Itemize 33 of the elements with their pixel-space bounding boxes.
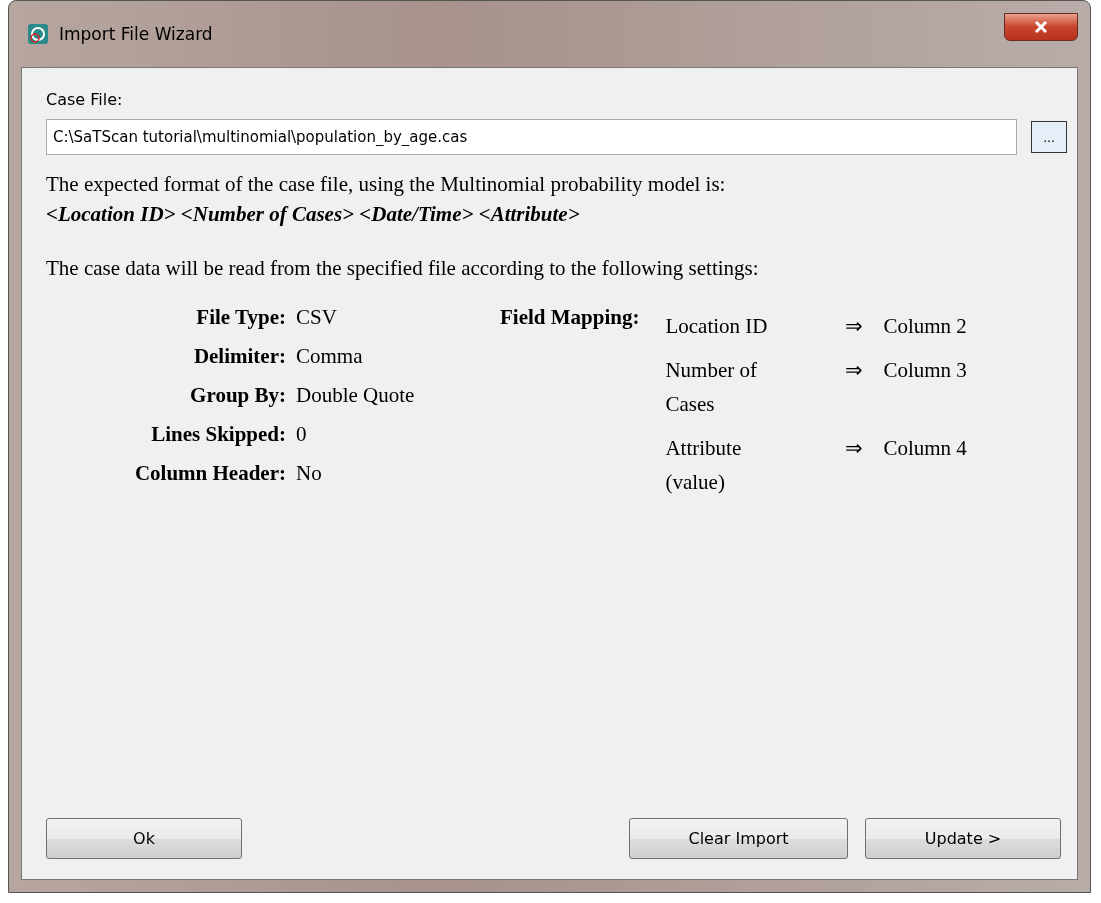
setting-value: 0: [296, 421, 308, 448]
column-value: Column 4: [883, 435, 968, 462]
setting-label: Lines Skipped:: [150, 421, 286, 448]
dialog-button[interactable]: Ok: [46, 818, 242, 859]
close-icon: [1033, 20, 1049, 34]
setting-value: Double Quote: [296, 382, 416, 409]
field-name: Attribute (value): [665, 435, 743, 496]
close-button[interactable]: [1004, 13, 1078, 41]
arrow-symbol: ⇒: [845, 313, 865, 340]
setting-value: No: [296, 460, 323, 487]
column-value: Column 2: [883, 313, 968, 340]
dialog-button[interactable]: Update >: [865, 818, 1061, 859]
setting-label: File Type:: [195, 304, 286, 331]
setting-value: Comma: [296, 343, 364, 370]
setting-label: Group By:: [189, 382, 286, 409]
browse-button[interactable]: ...: [1031, 121, 1067, 153]
column-value: Column 3: [883, 357, 968, 384]
app-icon: [27, 23, 49, 45]
field-name: Number of Cases: [665, 357, 758, 418]
setting-label: Field Mapping:: [500, 304, 640, 331]
file-path-field[interactable]: C:\SaTScan tutorial\multinomial\population_by_age.cas: [46, 119, 1017, 155]
setting-label: Delimiter:: [192, 343, 286, 370]
window-title: Import File Wizard: [59, 24, 214, 44]
settings-description: The case data will be read from the specified file according to the following settings:: [46, 255, 760, 282]
format-fields: <Location ID> <Number of Cases> <Date/Time> <Attribute>: [46, 199, 1067, 229]
setting-label: Column Header:: [133, 460, 286, 487]
field-name: Location ID: [665, 313, 769, 340]
arrow-symbol: ⇒: [845, 357, 865, 384]
dialog-button[interactable]: Clear Import: [629, 818, 848, 859]
field-label: Case File:: [46, 90, 124, 109]
arrow-symbol: ⇒: [845, 435, 865, 462]
setting-value: CSV: [296, 304, 338, 331]
format-description: The expected format of the case file, using the Multinomial probability model is:: [46, 171, 727, 198]
